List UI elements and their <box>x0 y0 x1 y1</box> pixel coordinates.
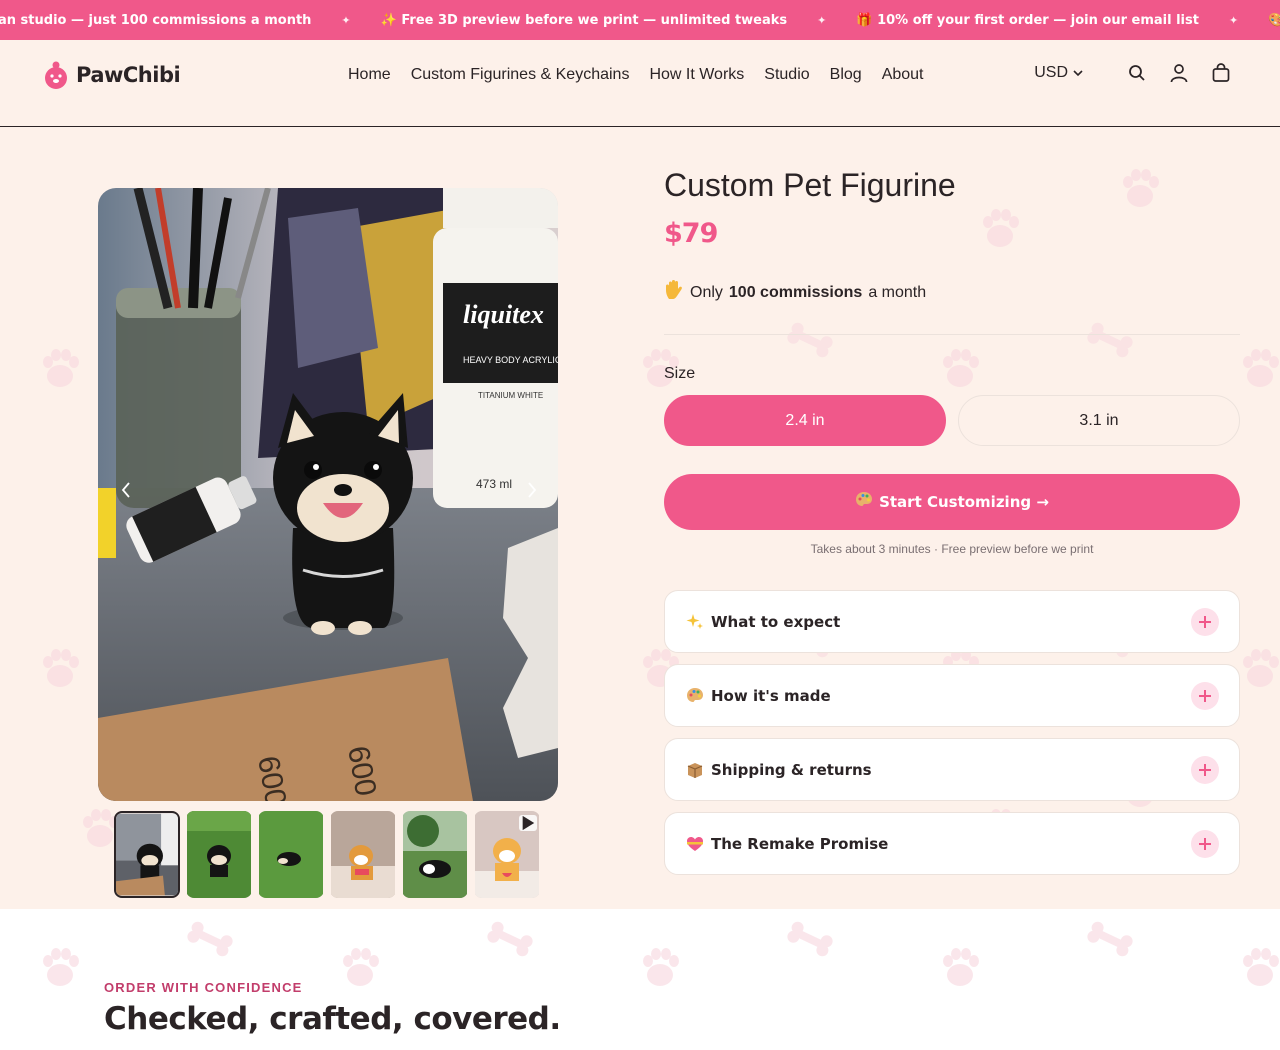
nav-home[interactable]: Home <box>348 64 391 86</box>
accordion-title: Shipping & returns <box>711 760 872 779</box>
plus-icon[interactable] <box>1191 830 1219 858</box>
svg-text:TITANIUM WHITE: TITANIUM WHITE <box>478 391 543 400</box>
announcement-item: 🎨 Hand-painted <box>1268 12 1280 28</box>
nav-custom-figurines[interactable]: Custom Figurines & Keychains <box>411 64 630 86</box>
gallery-prev-arrow[interactable] <box>116 478 136 502</box>
video-play-icon <box>519 815 537 831</box>
nav-how-it-works[interactable]: How It Works <box>649 64 744 86</box>
raised-hand-icon <box>664 279 684 306</box>
thumbnail-orange-cat[interactable] <box>330 811 396 898</box>
thumbnail-shiba-lawn[interactable] <box>258 811 324 898</box>
logo[interactable]: PawChibi <box>44 60 181 90</box>
order-confidence-section: ORDER WITH CONFIDENCE Checked, crafted, … <box>0 909 1280 1050</box>
accordion-remake-promise[interactable]: The Remake Promise <box>664 812 1240 875</box>
cart-icon[interactable] <box>1210 62 1232 84</box>
nav-blog[interactable]: Blog <box>830 64 862 86</box>
main-nav: Home Custom Figurines & Keychains How It… <box>348 64 944 86</box>
svg-text:HEAVY BODY ACRYLIC: HEAVY BODY ACRYLIC <box>463 355 558 365</box>
nav-about[interactable]: About <box>882 64 924 86</box>
chevron-down-icon <box>1073 70 1083 77</box>
plus-icon[interactable] <box>1191 608 1219 636</box>
plus-icon[interactable] <box>1191 756 1219 784</box>
announcement-separator: ✦ <box>341 13 351 27</box>
shiba-figurine-photo: liquitex HEAVY BODY ACRYLIC TITANIUM WHI… <box>98 188 558 801</box>
accordion-shipping-returns[interactable]: Shipping & returns <box>664 738 1240 801</box>
divider <box>664 334 1240 335</box>
scarcity-prefix: Only <box>690 283 723 301</box>
size-label: Size <box>664 365 696 382</box>
palette-icon <box>685 686 705 706</box>
sparkles-icon <box>685 612 705 632</box>
currency-label: USD <box>1034 64 1068 81</box>
accordion-title: The Remake Promise <box>711 834 889 853</box>
announcement-separator: ✦ <box>1228 13 1239 27</box>
product-info: Custom Pet Figurine $79 Only 100 commiss… <box>664 165 1240 875</box>
scarcity-note: Only 100 commissions a month <box>664 279 1240 306</box>
header-actions: USD <box>1034 62 1232 84</box>
start-customizing-label: Start Customizing → <box>879 493 1049 511</box>
scarcity-suffix: a month <box>868 283 927 301</box>
palette-icon <box>855 491 873 513</box>
accordion-how-its-made[interactable]: How it's made <box>664 664 1240 727</box>
announcement-item: an studio — just 100 commissions a month <box>0 12 312 28</box>
scarcity-count: 100 commissions <box>728 283 863 301</box>
logo-text: PawChibi <box>76 63 181 87</box>
product-main-image[interactable]: liquitex HEAVY BODY ACRYLIC TITANIUM WHI… <box>98 188 558 801</box>
currency-selector[interactable]: USD <box>1034 64 1084 82</box>
search-icon[interactable] <box>1126 62 1148 84</box>
size-option-3-1-in[interactable]: 3.1 in <box>958 395 1240 446</box>
logo-icon <box>45 61 67 89</box>
section-eyebrow: ORDER WITH CONFIDENCE <box>104 980 303 995</box>
announcement-item: 🎁 10% off your first order — join our em… <box>856 12 1199 28</box>
accordion-title: What to expect <box>711 612 841 631</box>
package-icon <box>685 760 705 780</box>
announcement-separator: ✦ <box>817 13 827 27</box>
heart-ribbon-icon <box>685 834 705 854</box>
product-accordion: What to expect How it's made Shipping & … <box>664 590 1240 875</box>
thumbnail-border-collie[interactable] <box>402 811 468 898</box>
gallery-thumbnails <box>114 811 540 898</box>
gallery-next-arrow[interactable] <box>522 478 542 502</box>
accordion-what-to-expect[interactable]: What to expect <box>664 590 1240 653</box>
thumbnail-shiba-grass[interactable] <box>186 811 252 898</box>
thumbnail-shiba-workbench[interactable] <box>114 811 180 898</box>
cta-note: Takes about 3 minutes · Free preview bef… <box>810 542 1094 556</box>
plus-icon[interactable] <box>1191 682 1219 710</box>
nav-studio[interactable]: Studio <box>764 64 809 86</box>
start-customizing-button[interactable]: Start Customizing → <box>664 474 1240 530</box>
svg-text:liquitex: liquitex <box>463 300 544 329</box>
size-selector: 2.4 in 3.1 in <box>664 395 1240 446</box>
announcement-item: ✨ Free 3D preview before we print — unli… <box>380 12 788 28</box>
size-option-2-4-in[interactable]: 2.4 in <box>664 395 946 446</box>
product-title: Custom Pet Figurine <box>664 167 956 203</box>
svg-text:473 ml: 473 ml <box>476 477 512 491</box>
account-icon[interactable] <box>1168 62 1190 84</box>
announcement-bar: an studio — just 100 commissions a month… <box>0 0 1280 40</box>
thumbnail-cat-video[interactable] <box>474 811 540 898</box>
product-price: $79 <box>664 218 718 249</box>
site-header: PawChibi Home Custom Figurines & Keychai… <box>0 40 1280 127</box>
section-heading: Checked, crafted, covered. <box>104 1001 561 1037</box>
accordion-title: How it's made <box>711 686 831 705</box>
